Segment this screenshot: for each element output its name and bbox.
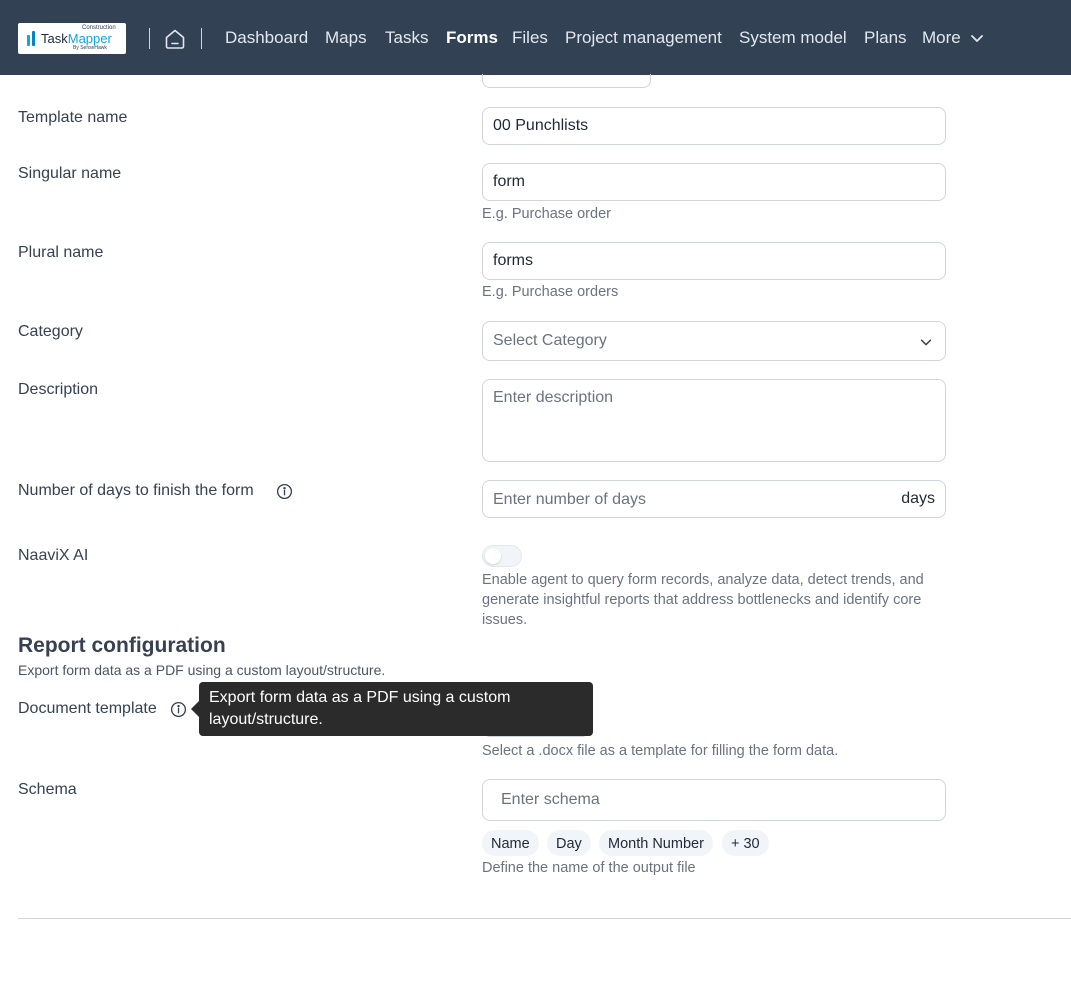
nav-divider [149,28,150,49]
footer-divider [18,918,1071,919]
singular-name-help: E.g. Purchase order [482,206,611,222]
nav-plans[interactable]: Plans [864,28,907,48]
nav-files[interactable]: Files [512,28,548,48]
info-icon[interactable] [170,701,187,718]
home-icon[interactable] [163,27,187,51]
schema-placeholder: Enter schema [501,791,600,808]
description-placeholder: Enter description [493,389,614,406]
chevron-down-icon[interactable] [969,30,985,46]
logo-mark-icon [27,31,37,46]
singular-name-input[interactable]: form [482,163,946,201]
days-label: Number of days to finish the form [18,482,254,499]
schema-chip-name[interactable]: Name [482,830,539,856]
report-config-title: Report configuration [18,634,226,657]
plural-name-value: forms [493,252,533,269]
nav-maps[interactable]: Maps [325,28,367,48]
schema-help: Define the name of the output file [482,860,696,876]
days-suffix: days [901,490,935,507]
taskmapper-logo[interactable]: Construction TaskMapper By SenseHawk [18,23,126,54]
category-label: Category [18,323,83,340]
chevron-down-icon [920,339,932,346]
nav-tasks[interactable]: Tasks [385,28,428,48]
template-name-label: Template name [18,109,128,126]
logo-by-text: By SenseHawk [73,45,107,51]
document-template-label: Document template [18,700,157,717]
description-label: Description [18,381,99,398]
days-placeholder: Enter number of days [493,491,646,508]
plural-name-input[interactable]: forms [482,242,946,280]
logo-main-text: TaskMapper [41,31,112,46]
description-textarea[interactable]: Enter description [482,379,946,462]
previous-field-partial[interactable] [482,74,651,88]
naavix-help: Enable agent to query form records, anal… [482,572,924,628]
schema-chip-month-number[interactable]: Month Number [599,830,713,856]
nav-divider [201,28,202,49]
naavix-toggle[interactable] [482,545,522,567]
naavix-label: NaaviX AI [18,547,89,564]
tooltip-arrow [191,701,199,717]
schema-chip-day[interactable]: Day [547,830,591,856]
report-config-subtitle: Export form data as a PDF using a custom… [18,662,386,678]
category-placeholder: Select Category [493,332,607,349]
days-input[interactable]: Enter number of days days [482,480,946,518]
top-navigation-bar: Construction TaskMapper By SenseHawk Das… [0,0,1071,75]
template-name-value: 00 Punchlists [493,117,589,134]
schema-chip-more[interactable]: + 30 [722,830,769,856]
template-name-input[interactable]: 00 Punchlists [482,107,946,145]
schema-label: Schema [18,781,77,798]
document-template-help: Select a .docx file as a template for fi… [482,743,839,759]
document-template-tooltip: Export form data as a PDF using a custom… [199,682,593,736]
nav-system-model[interactable]: System model [739,28,847,48]
toggle-knob [485,548,501,564]
singular-name-label: Singular name [18,165,122,182]
category-select[interactable]: Select Category [482,321,946,361]
plural-name-help: E.g. Purchase orders [482,284,619,300]
nav-more[interactable]: More [922,28,961,48]
nav-dashboard[interactable]: Dashboard [225,28,308,48]
schema-input[interactable]: Enter schema [482,779,946,821]
singular-name-value: form [493,173,525,190]
nav-forms[interactable]: Forms [446,28,498,48]
plural-name-label: Plural name [18,244,104,261]
info-icon[interactable] [276,483,293,500]
nav-project-management[interactable]: Project management [565,28,722,48]
